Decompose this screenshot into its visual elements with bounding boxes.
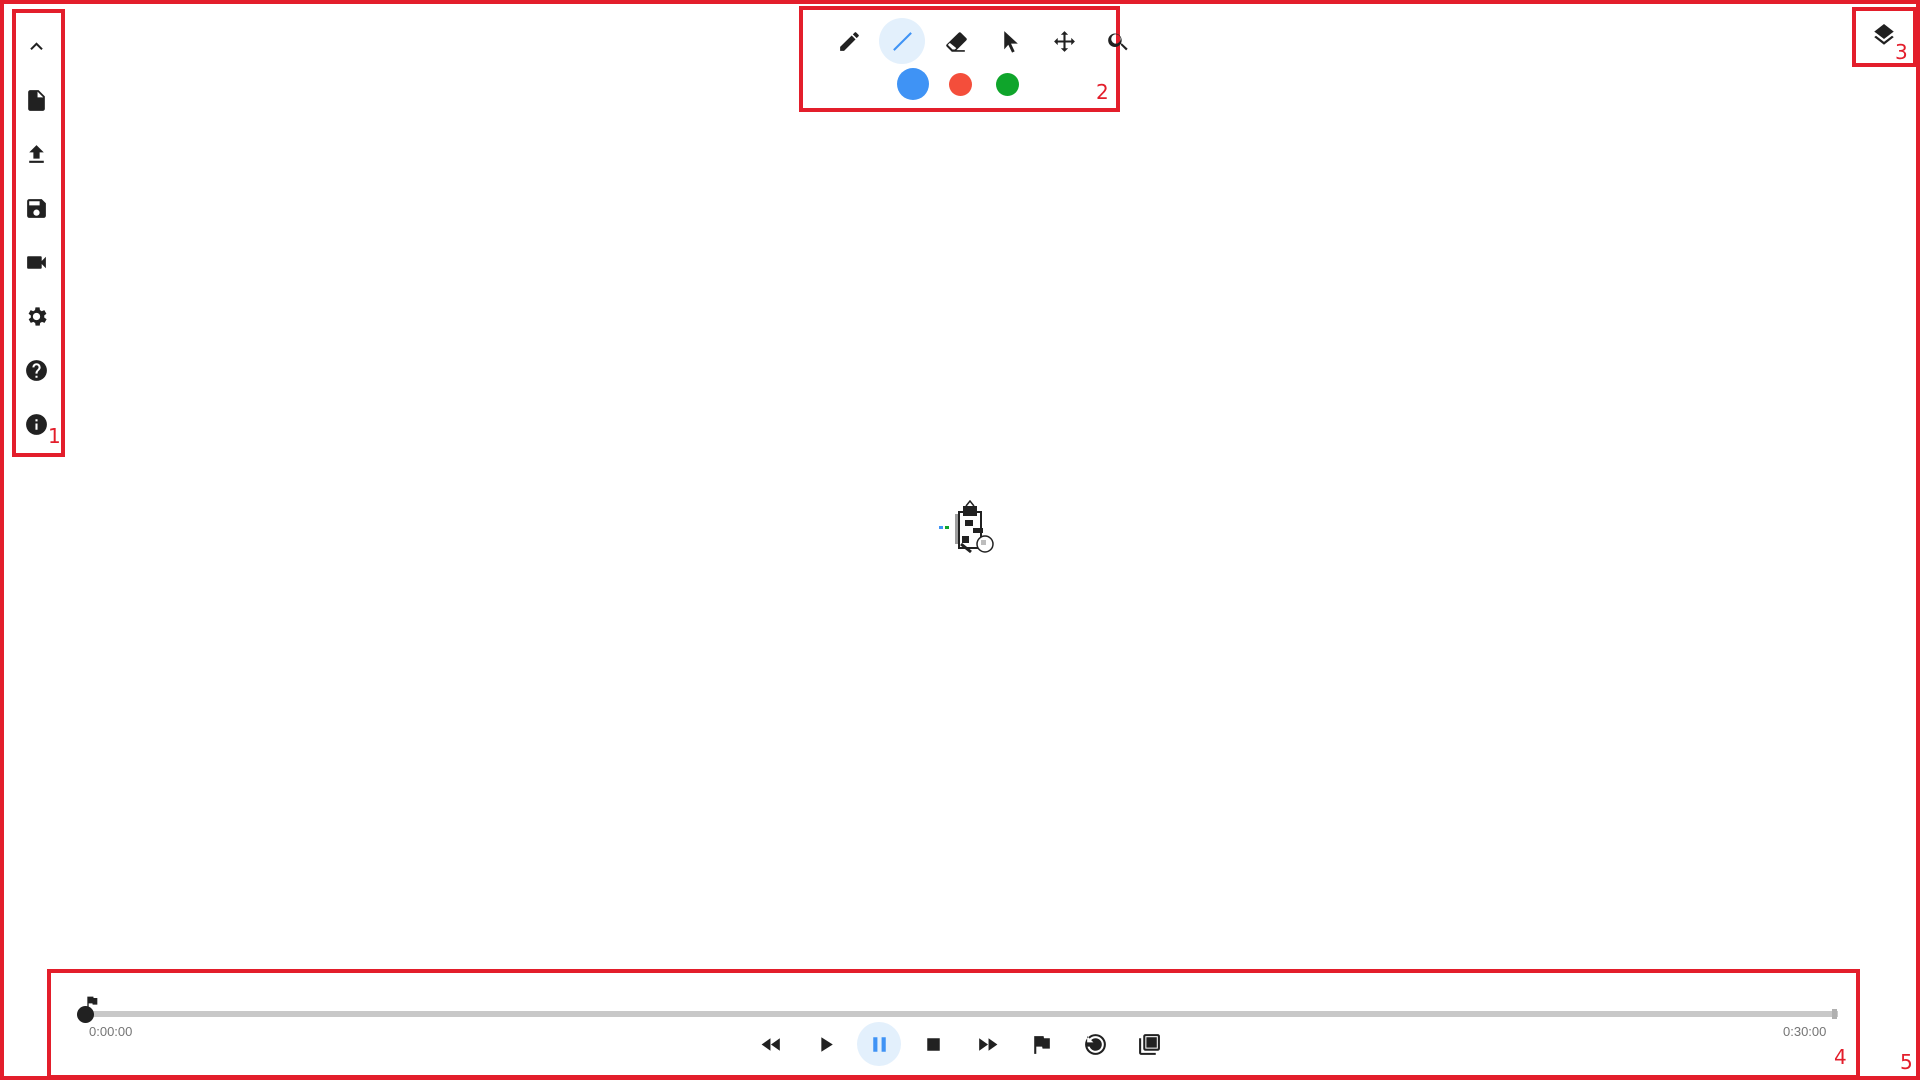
upload-button[interactable] [14,132,59,176]
pause-icon [872,1036,886,1052]
zoom-tool-button[interactable] [1095,18,1141,64]
play-icon [820,1036,833,1052]
chevron-up-icon [30,41,43,50]
cursor-icon [1003,30,1018,53]
help-icon [26,359,47,381]
magnifier-icon [1107,33,1128,50]
pencil-icon [839,31,859,51]
collapse-button[interactable] [14,24,59,68]
color-swatch-blue[interactable] [897,68,929,100]
eraser-tool-button[interactable] [933,18,979,64]
pause-button[interactable] [857,1022,901,1066]
eraser-icon [945,31,967,52]
save-icon [27,198,46,218]
stop-button[interactable] [911,1022,955,1066]
timeline-end-marker [1832,1009,1837,1019]
file-icon [28,89,45,111]
rewind-button[interactable] [749,1022,793,1066]
left-sidebar [14,10,59,450]
pencil-tool-button[interactable] [826,18,872,64]
playhead[interactable] [77,1006,94,1023]
move-icon [1053,30,1075,52]
replay-button[interactable] [1073,1022,1117,1066]
flag-icon [1033,1035,1050,1054]
current-time: 0:00:00 [89,1024,133,1039]
fast-forward-icon [978,1037,997,1051]
add-marker-button[interactable] [1019,1022,1063,1066]
info-button[interactable] [14,402,59,446]
layers-icon [1874,24,1894,45]
line-icon [892,31,912,51]
timeline-track[interactable] [86,1011,1838,1017]
play-button[interactable] [803,1022,847,1066]
layers-button[interactable] [1860,14,1908,60]
drawing-toolbar [800,6,1128,112]
select-tool-button[interactable] [987,18,1033,64]
end-time: 0:30:00 [1783,1024,1827,1039]
copy-icon [1138,1033,1160,1055]
settings-button[interactable] [14,294,59,338]
video-camera-icon [27,255,46,269]
color-swatch-red[interactable] [949,73,972,96]
save-button[interactable] [14,186,59,230]
color-swatch-green[interactable] [996,73,1019,96]
upload-icon [29,144,44,163]
line-tool-button[interactable] [879,18,925,64]
help-button[interactable] [14,348,59,392]
copy-frames-button[interactable] [1127,1022,1171,1066]
info-icon [26,413,47,435]
annotation-label-5: 5 [1900,1050,1913,1074]
annotation-label-4: 4 [1834,1045,1847,1069]
replay-icon [1084,1033,1106,1055]
move-tool-button[interactable] [1041,18,1087,64]
record-button[interactable] [14,240,59,284]
annotation-box-4 [47,969,1860,1079]
new-file-button[interactable] [14,78,59,122]
mascot-image [935,499,1005,558]
gear-icon [28,306,47,326]
fast-forward-button[interactable] [965,1022,1009,1066]
stop-icon [926,1037,940,1051]
rewind-icon [761,1037,780,1051]
